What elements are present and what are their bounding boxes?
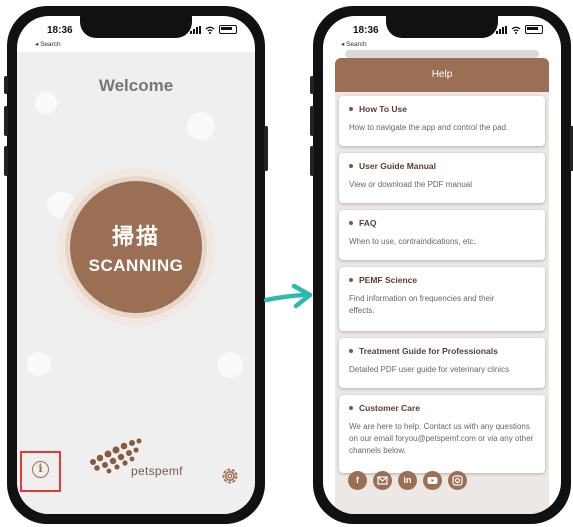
side-button <box>4 76 8 94</box>
linkedin-icon[interactable]: in <box>398 471 417 490</box>
back-to-search-link[interactable]: ◂ Search <box>341 40 367 48</box>
bullet-icon <box>349 221 353 225</box>
info-icon[interactable]: i <box>32 461 49 478</box>
help-list: How To Use How to navigate the app and c… <box>335 92 549 514</box>
bullet-icon <box>349 349 353 353</box>
status-icons <box>190 25 237 34</box>
paw-print-decoration <box>217 352 243 378</box>
help-item-title: User Guide Manual <box>359 161 436 171</box>
status-time: 18:36 <box>353 25 379 36</box>
help-item-title: How To Use <box>359 104 408 114</box>
scanning-label-cn: 掃描 <box>111 224 160 249</box>
help-item-title: FAQ <box>359 218 377 228</box>
help-header: Help <box>335 58 549 92</box>
bullet-icon <box>349 406 353 410</box>
side-button <box>310 76 314 94</box>
search-bar <box>345 50 539 58</box>
phone-frame-right: 18:36 ◂ Search Help How To Use How to na… <box>310 6 573 524</box>
status-time: 18:36 <box>47 25 73 36</box>
volume-down-button <box>4 146 8 176</box>
help-item-description: View or download the PDF manual <box>349 180 473 189</box>
help-item-title: Customer Care <box>359 403 420 413</box>
social-icons-row: f in <box>348 471 467 490</box>
wifi-icon <box>511 26 521 34</box>
notch <box>386 16 498 38</box>
help-item-description: We are here to help. Contact us with any… <box>349 422 534 455</box>
scanning-button[interactable]: 掃描 SCANNING <box>70 181 202 313</box>
battery-icon <box>525 25 543 34</box>
welcome-title: Welcome <box>98 76 174 95</box>
help-item-description: Find information on frequencies and thei… <box>349 294 495 315</box>
back-to-search-link[interactable]: ◂ Search <box>35 40 61 48</box>
help-item-description: Detailed PDF user guide for veterinary c… <box>349 365 510 374</box>
instagram-icon[interactable] <box>448 471 467 490</box>
notch <box>80 16 192 38</box>
help-item-title: Treatment Guide for Professionals <box>359 346 498 356</box>
help-item-pemf-science[interactable]: PEMF Science Find information on frequen… <box>339 267 545 331</box>
scanning-label-en: SCANNING <box>88 256 184 275</box>
youtube-icon[interactable] <box>423 471 442 490</box>
help-item-how-to-use[interactable]: How To Use How to navigate the app and c… <box>339 96 545 146</box>
logo-text: petspemf <box>131 464 183 478</box>
help-item-description: When to use, contraindications, etc. <box>349 237 476 246</box>
signal-icon <box>496 25 507 34</box>
help-item-treatment-guide[interactable]: Treatment Guide for Professionals Detail… <box>339 338 545 388</box>
help-item-customer-care[interactable]: Customer Care We are here to help. Conta… <box>339 395 545 473</box>
help-item-description: How to navigate the app and control the … <box>349 123 509 132</box>
status-icons <box>496 25 543 34</box>
wifi-icon <box>205 26 215 34</box>
bullet-icon <box>349 107 353 111</box>
bullet-icon <box>349 164 353 168</box>
help-item-user-guide-manual[interactable]: User Guide Manual View or download the P… <box>339 153 545 203</box>
help-item-faq[interactable]: FAQ When to use, contraindications, etc. <box>339 210 545 260</box>
transition-arrow-icon <box>264 283 313 309</box>
signal-icon <box>190 25 201 34</box>
bullet-icon <box>349 278 353 282</box>
gear-icon[interactable] <box>220 466 240 486</box>
paw-print-decoration <box>27 352 51 376</box>
help-screen: 18:36 ◂ Search Help How To Use How to na… <box>323 16 561 514</box>
paw-print-decoration <box>187 112 215 140</box>
volume-down-button <box>310 146 314 176</box>
email-icon[interactable] <box>373 471 392 490</box>
battery-icon <box>219 25 237 34</box>
power-button <box>264 126 268 171</box>
help-item-title: PEMF Science <box>359 275 418 285</box>
volume-up-button <box>310 106 314 136</box>
volume-up-button <box>4 106 8 136</box>
facebook-icon[interactable]: f <box>348 471 367 490</box>
